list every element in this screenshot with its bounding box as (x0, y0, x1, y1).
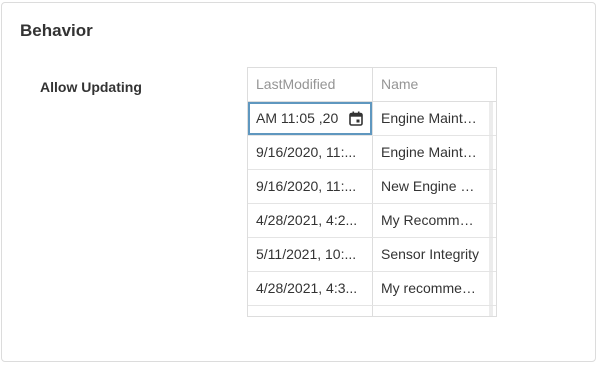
name-cell[interactable]: Sensor Integrity (373, 238, 493, 271)
table-row[interactable]: 4/28/2021, 4:3... My recommen... (248, 272, 496, 306)
lastmodified-cell[interactable]: 9/16/2020, 11:... (248, 170, 373, 203)
lastmodified-cell[interactable]: 4/28/2021, 4:2... (248, 204, 373, 237)
table-row[interactable]: 20, 11:05 AM Engine Mainte... (248, 102, 496, 136)
name-cell[interactable]: Engine Mainte... (373, 136, 493, 169)
table-row[interactable]: 4/28/2021, 4:2... My Recommen... (248, 204, 496, 238)
name-cell[interactable]: My recommen... (373, 272, 493, 305)
lastmodified-cell[interactable]: 9/16/2020, 11:... (248, 136, 373, 169)
grid-body: 20, 11:05 AM Engine Mainte... 9/16/2020,… (248, 102, 496, 316)
table-row[interactable]: 5/11/2021, 10:... Sensor Integrity (248, 238, 496, 272)
lastmodified-cell-editing[interactable]: 20, 11:05 AM (248, 102, 373, 135)
data-grid[interactable]: LastModified Name 20, 11:05 AM Engine Ma… (247, 67, 497, 317)
table-row[interactable]: 9/16/2020, 11:... Engine Mainte... (248, 136, 496, 170)
column-header-lastmodified[interactable]: LastModified (248, 68, 373, 101)
table-row-partial (248, 306, 496, 316)
name-cell[interactable]: New Engine M... (373, 170, 493, 203)
allow-updating-label: Allow Updating (40, 79, 142, 95)
name-cell[interactable]: Engine Mainte... (373, 102, 493, 135)
table-row[interactable]: 9/16/2020, 11:... New Engine M... (248, 170, 496, 204)
date-editor-input[interactable]: 20, 11:05 AM (248, 102, 372, 135)
empty-cell (248, 306, 373, 316)
column-header-name[interactable]: Name (373, 68, 496, 101)
name-cell[interactable]: My Recommen... (373, 204, 493, 237)
empty-cell (373, 306, 493, 316)
calendar-icon[interactable] (346, 109, 366, 129)
grid-header: LastModified Name (248, 68, 496, 102)
lastmodified-cell[interactable]: 5/11/2021, 10:... (248, 238, 373, 271)
date-editor-value[interactable]: 20, 11:05 AM (256, 104, 346, 133)
lastmodified-cell[interactable]: 4/28/2021, 4:3... (248, 272, 373, 305)
section-title: Behavior (20, 21, 93, 40)
